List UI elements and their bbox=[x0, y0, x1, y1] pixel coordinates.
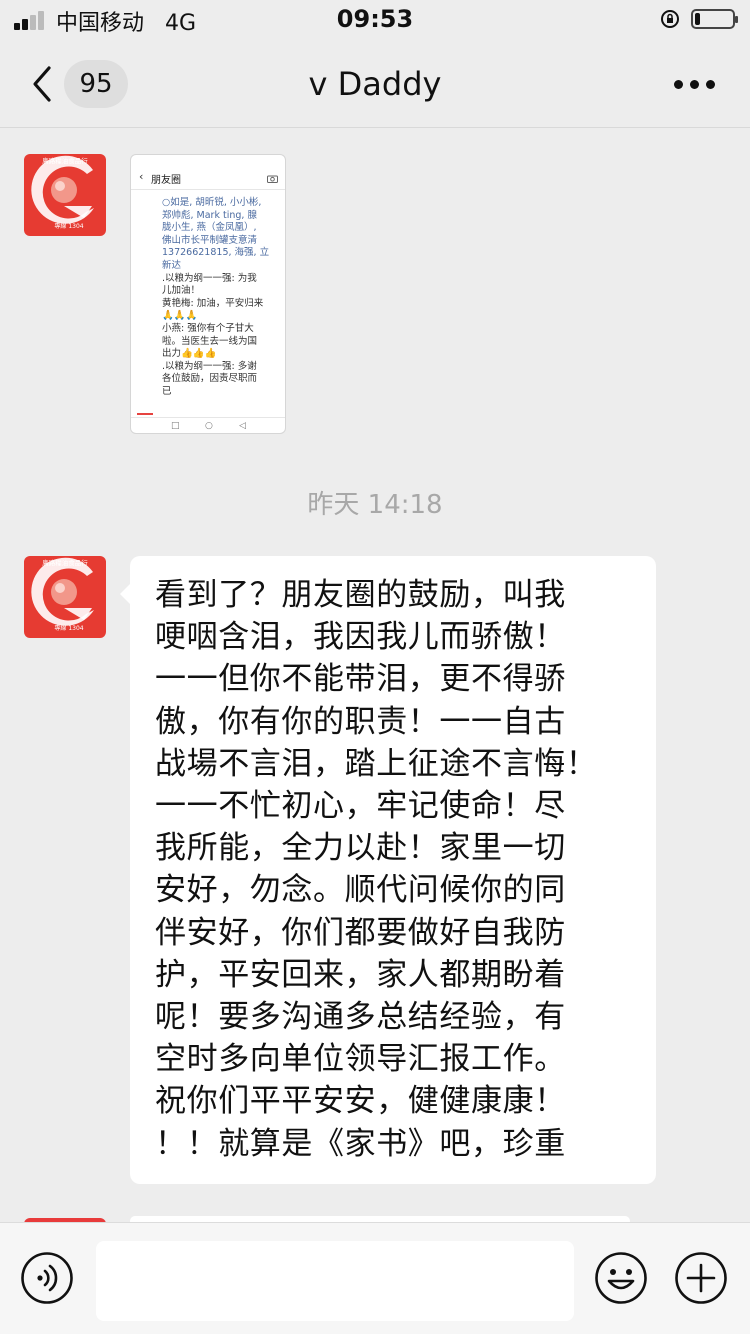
thumb-comment-line: 黄艳梅: 加油，平安归来 bbox=[162, 297, 264, 309]
svg-text:專線 1304: 專線 1304 bbox=[54, 624, 83, 632]
message-line: 我所能，全力以赴！家里一切 bbox=[155, 830, 566, 867]
status-bar: 中国移动 4G 09:53 bbox=[0, 0, 750, 40]
message-line: 护，平安回来，家人都期盼着 bbox=[155, 956, 566, 993]
triangle-icon: ◁ bbox=[239, 421, 246, 431]
circle-icon: ○ bbox=[205, 421, 213, 431]
image-message[interactable]: ‹ 朋友圈 ○如是, 胡昕锐, 小小彬, 郑帅彪, Mark ting, 腺胧小生… bbox=[130, 154, 286, 434]
thumb-comment-line: 啦。当医生去一线为国 bbox=[162, 335, 258, 347]
camera-icon bbox=[267, 175, 278, 183]
thumb-comment-line: ○如是, 胡昕锐, 小小彬, bbox=[162, 197, 262, 208]
voice-icon[interactable] bbox=[20, 1251, 74, 1305]
message-text: 看到了？朋友圈的鼓励，叫我 哽咽含泪，我因我儿而骄傲！ 一一但你不能带泪，更不得骄傲… bbox=[155, 574, 656, 1165]
message-line: 安好，勿念。顺代问候你的同 bbox=[155, 872, 566, 909]
thumb-comment-line: 佛山市长平制罐支意清 bbox=[162, 234, 258, 246]
thumb-comment-line: 郑帅彪, Mark ting, 腺 bbox=[162, 209, 257, 221]
store-logo-icon: 廣路糧油食品行 專線 1304 bbox=[24, 556, 106, 638]
thumb-comment-line: 小燕: 强你有个子甘大 bbox=[162, 323, 254, 334]
thumb-comment-line: 13726621815, 海强, 立 bbox=[162, 247, 270, 259]
thumb-comment-line: 各位鼓励，因责尽职而 bbox=[162, 373, 258, 385]
battery-icon bbox=[691, 9, 738, 29]
message-line: 傲，你有你的职责！一一自古 bbox=[155, 703, 566, 740]
thumb-back-icon: ‹ bbox=[139, 170, 144, 183]
thumb-comment-line: .以粮为纲一一强: 为我 bbox=[162, 272, 257, 284]
thumb-nav-bar: □ ○ ◁ bbox=[131, 417, 285, 433]
time-divider: 昨天 14:18 bbox=[307, 490, 443, 520]
message-line: ！！就算是《家书》吧，珍重 bbox=[155, 1125, 566, 1162]
message-line: 空时多向单位领导汇报工作。 bbox=[155, 1041, 566, 1078]
input-bar bbox=[0, 1222, 750, 1334]
thumb-comment-line: 已 bbox=[162, 386, 172, 397]
square-icon: □ bbox=[171, 421, 180, 431]
thumb-status-bar bbox=[137, 157, 279, 165]
thumb-comment-line: 出力👍👍👍 bbox=[162, 348, 217, 360]
thumb-comment-line: .以粮为纲一一强: 多谢 bbox=[162, 360, 257, 372]
message-line: 一一不忙初心，牢记使命！尽 bbox=[155, 788, 566, 825]
message-line: 哽咽含泪，我因我儿而骄傲！ bbox=[155, 619, 566, 656]
store-logo-icon: 廣路糧油食品行 專線 1304 bbox=[24, 154, 106, 236]
plus-icon[interactable] bbox=[674, 1251, 728, 1305]
message-line: 战場不言泪，踏上征途不言悔！ bbox=[155, 745, 598, 782]
battery-level bbox=[695, 13, 700, 25]
message-line: 祝你们平平安安，健健康康！ bbox=[155, 1083, 566, 1120]
thumb-indicator bbox=[137, 413, 153, 415]
svg-text:專線 1304: 專線 1304 bbox=[54, 222, 83, 230]
message-bubble[interactable]: 看到了？朋友圈的鼓励，叫我 哽咽含泪，我因我儿而骄傲！ 一一但你不能带泪，更不得骄傲… bbox=[120, 556, 656, 1184]
emoji-icon[interactable] bbox=[594, 1251, 648, 1305]
thumb-comment-line: 🙏🙏🙏 bbox=[162, 310, 198, 322]
more-icon[interactable] bbox=[674, 80, 716, 90]
message-line: 一一但你不能带泪，更不得骄 bbox=[155, 661, 566, 698]
chat-header: 95 v Daddy bbox=[0, 40, 750, 128]
thumb-header: ‹ 朋友圈 bbox=[131, 167, 285, 190]
message-line: 呢！要多沟通多总结经验，有 bbox=[155, 999, 566, 1036]
message-line: 看到了？朋友圈的鼓励，叫我 bbox=[155, 577, 566, 613]
thumb-title: 朋友圈 bbox=[151, 175, 181, 186]
avatar[interactable]: 廣路糧油食品行 專線 1304 bbox=[24, 556, 106, 638]
chat-title: v Daddy bbox=[308, 65, 442, 103]
message-line: 伴安好，你们都要做好自我防 bbox=[155, 914, 566, 951]
orientation-lock-icon bbox=[661, 10, 679, 28]
thumb-comment-line: 新达 bbox=[162, 260, 182, 271]
status-time: 09:53 bbox=[336, 5, 414, 33]
avatar[interactable]: 廣路糧油食品行 專線 1304 bbox=[24, 154, 106, 236]
thumb-comment-line: 儿加油！ bbox=[162, 285, 201, 297]
message-input[interactable] bbox=[96, 1241, 574, 1321]
thumb-comment-line: 胧小生, 燕（金凤凰）, bbox=[162, 222, 257, 234]
